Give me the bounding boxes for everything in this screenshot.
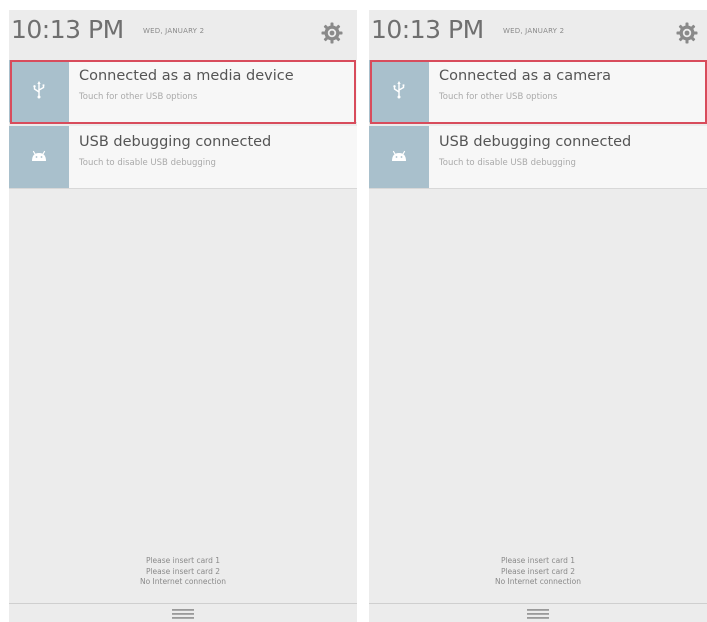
notification-title: USB debugging connected	[439, 134, 632, 150]
settings-gear-icon[interactable]	[320, 21, 344, 45]
clock-time: 10:13 PM	[11, 15, 124, 44]
notification-icon-box	[9, 126, 69, 188]
notification-usb-connection[interactable]: Connected as a media device Touch for ot…	[9, 60, 357, 123]
notification-subtitle: Touch for other USB options	[79, 92, 198, 102]
status-line: Please insert card 2	[145, 566, 221, 576]
notification-usb-connection[interactable]: Connected as a camera Touch for other US…	[369, 60, 707, 123]
usb-icon	[33, 81, 45, 99]
notification-shade-right: 10:13 PM WED, JANUARY 2 Connected as a c…	[369, 10, 707, 622]
notification-subtitle: Touch to disable USB debugging	[79, 158, 216, 168]
clock-date: WED, JANUARY 2	[503, 27, 565, 35]
shade-header: 10:13 PM WED, JANUARY 2	[9, 10, 357, 60]
drag-handle-icon[interactable]	[172, 609, 194, 619]
notification-shade-left: 10:13 PM WED, JANUARY 2 Connected as a m…	[9, 10, 357, 622]
notification-title: Connected as a media device	[79, 68, 294, 84]
usb-icon	[393, 81, 405, 99]
notification-icon-box	[369, 60, 429, 122]
status-line: Please insert card 2	[500, 566, 576, 576]
status-line: Please insert card 1	[145, 556, 221, 565]
drag-handle-icon[interactable]	[527, 609, 549, 619]
android-debug-icon	[392, 150, 406, 161]
status-line: Please insert card 1	[500, 556, 576, 565]
notification-usb-debugging[interactable]: USB debugging connected Touch to disable…	[9, 126, 357, 189]
android-debug-icon	[32, 150, 46, 161]
status-line: No Internet connection	[139, 577, 227, 586]
notification-subtitle: Touch for other USB options	[439, 92, 558, 102]
notification-icon-box	[9, 60, 69, 122]
clock-time: 10:13 PM	[371, 15, 484, 44]
status-footer: Please insert card 1 Please insert card …	[9, 556, 357, 588]
footer-divider	[9, 603, 357, 604]
notification-title: USB debugging connected	[79, 134, 272, 150]
notification-usb-debugging[interactable]: USB debugging connected Touch to disable…	[369, 126, 707, 189]
notification-icon-box	[369, 126, 429, 188]
notification-title: Connected as a camera	[439, 68, 611, 84]
footer-divider	[369, 603, 707, 604]
notification-subtitle: Touch to disable USB debugging	[439, 158, 576, 168]
status-footer: Please insert card 1 Please insert card …	[369, 556, 707, 588]
settings-gear-icon[interactable]	[675, 21, 699, 45]
status-line: No Internet connection	[494, 577, 582, 586]
shade-header: 10:13 PM WED, JANUARY 2	[369, 10, 707, 60]
clock-date: WED, JANUARY 2	[143, 27, 205, 35]
